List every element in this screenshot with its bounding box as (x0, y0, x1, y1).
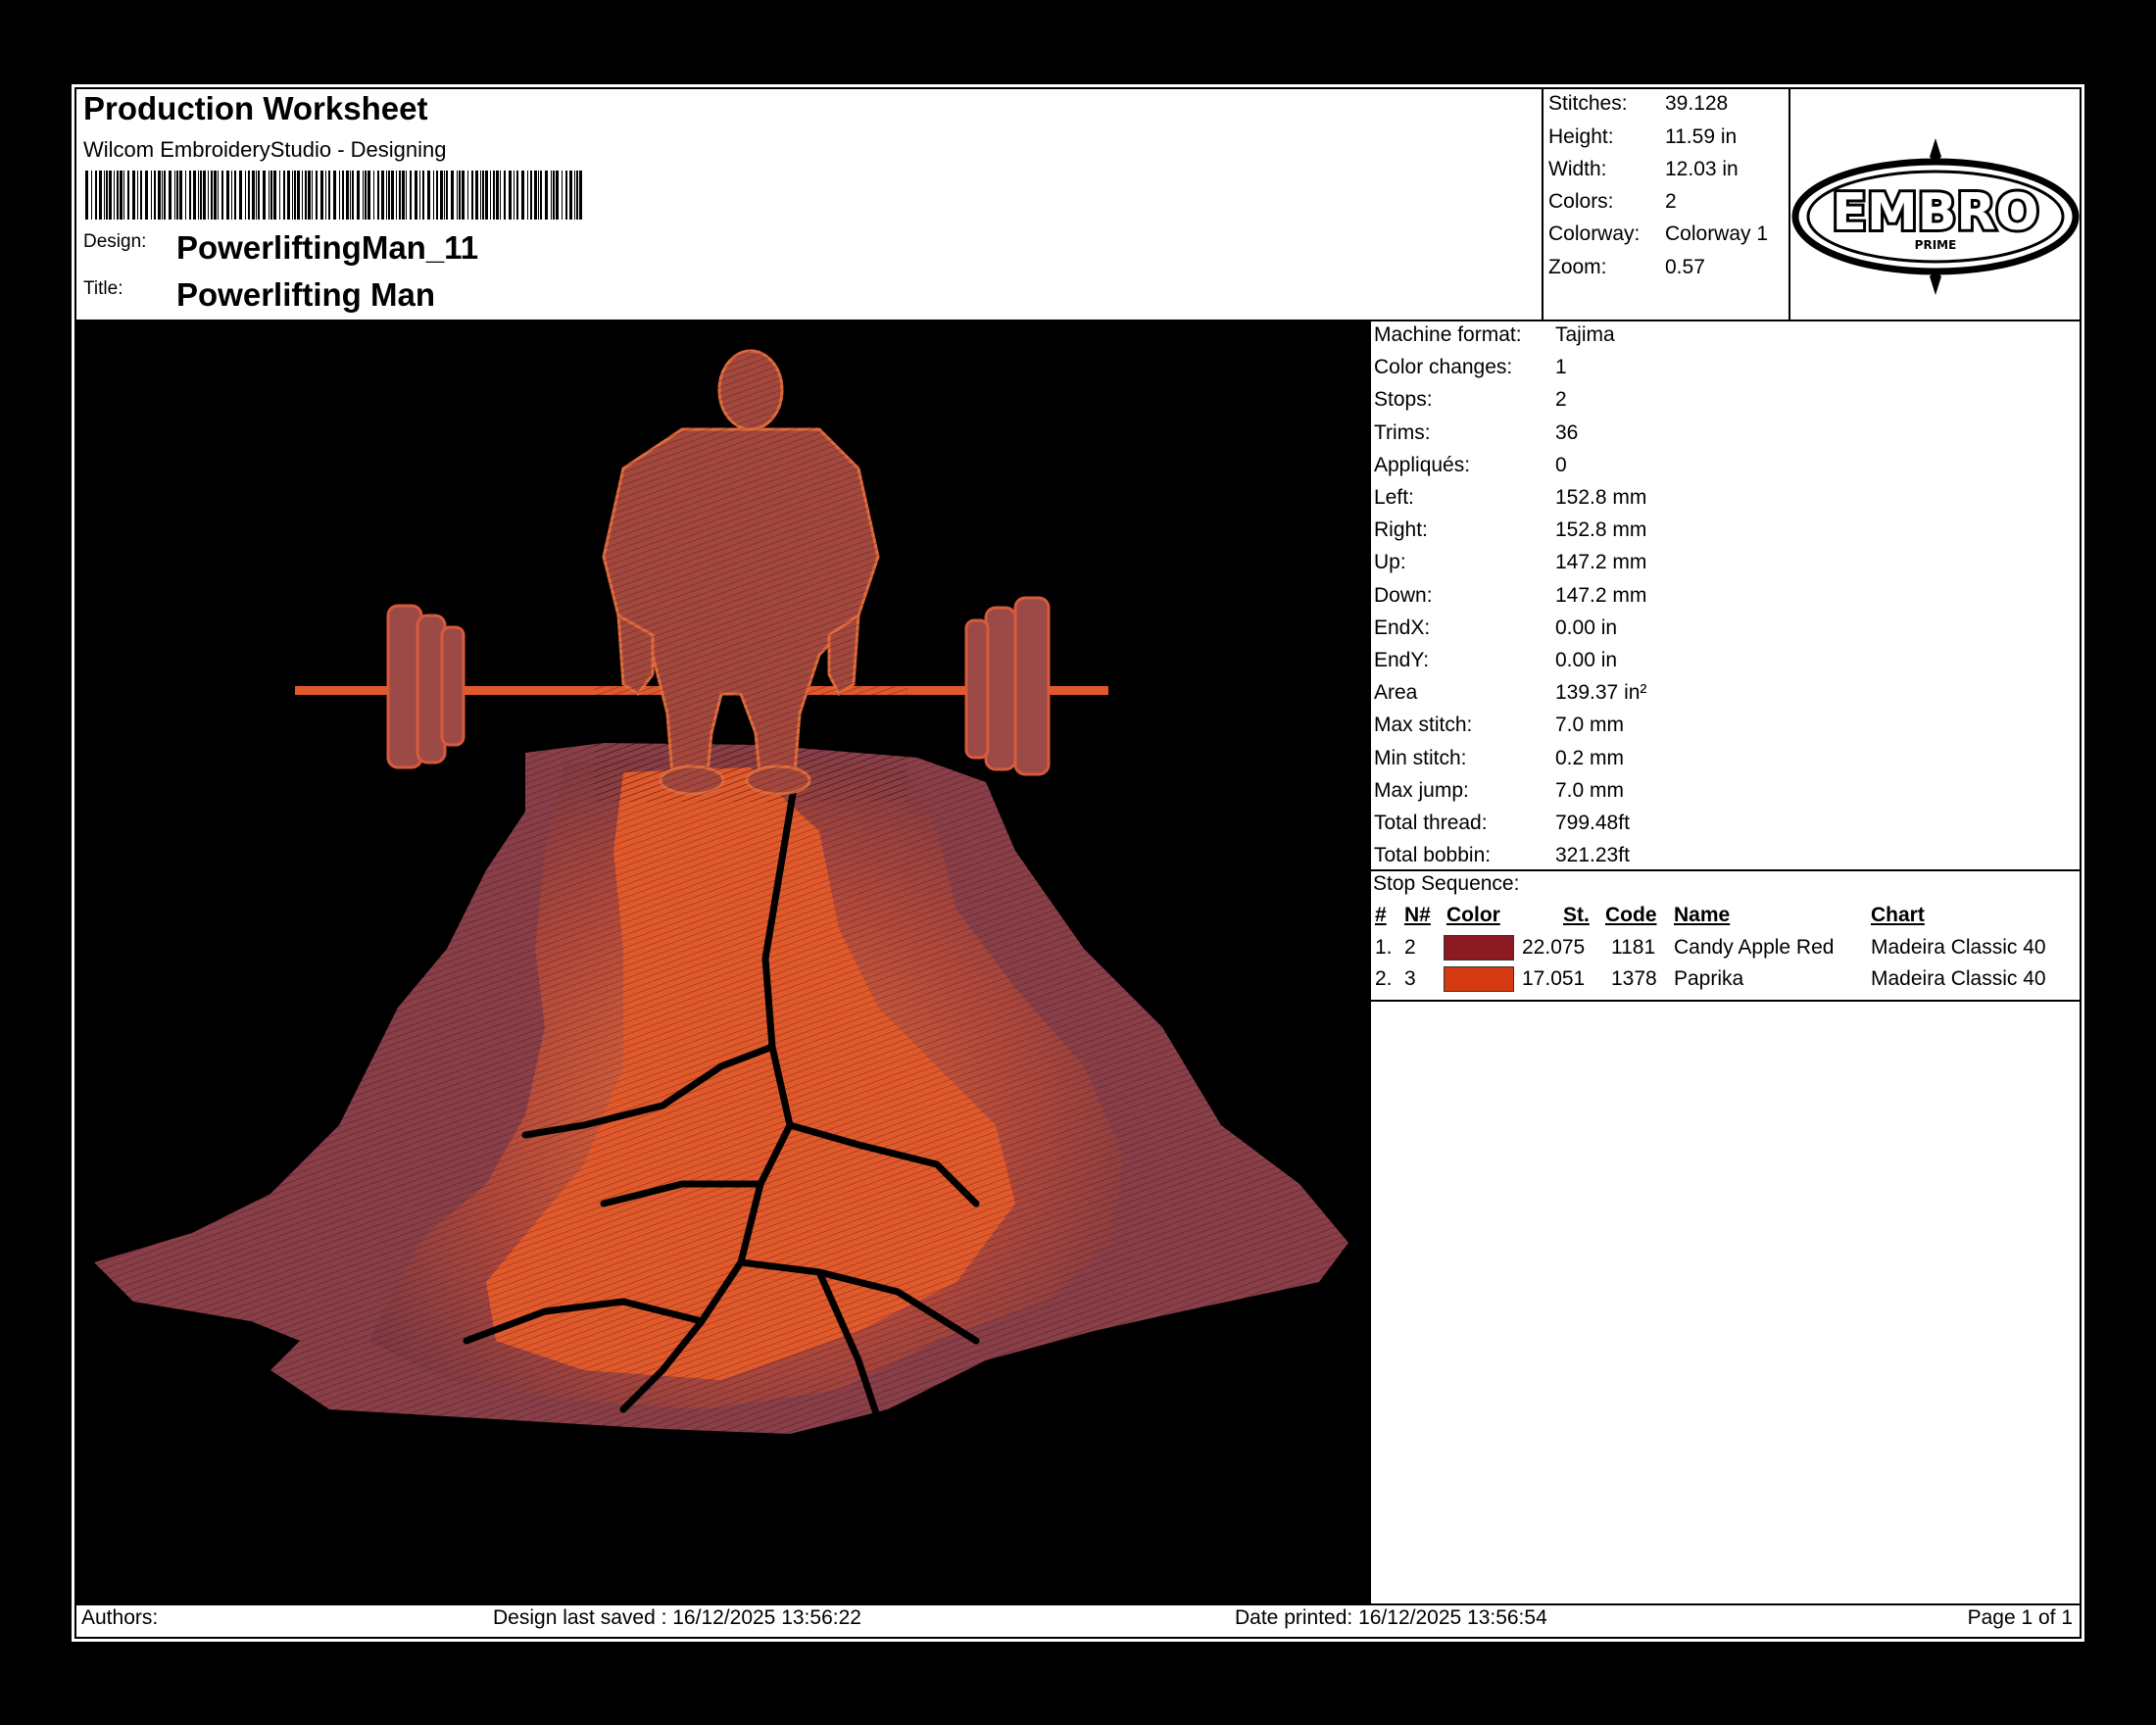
stop-needle: 2 (1404, 936, 1416, 959)
property-value: 139.37 in² (1555, 681, 1647, 704)
property-label: Color changes: (1374, 356, 1513, 378)
logo-subtext: PRIME (1915, 238, 1957, 252)
property-label: EndY: (1374, 649, 1430, 671)
property-value: 2 (1555, 388, 1567, 411)
col-header-num: # (1375, 904, 1387, 926)
property-value: 0.2 mm (1555, 747, 1625, 769)
stitches-value: 39.128 (1665, 92, 1729, 115)
design-title: Powerlifting Man (176, 276, 435, 313)
thread-color-swatch (1444, 935, 1514, 961)
sequence-divider (1371, 1000, 2082, 1002)
property-value: Tajima (1555, 323, 1615, 346)
property-label: Area (1374, 681, 1418, 704)
stop-needle: 3 (1404, 967, 1416, 990)
stitches-label: Stitches: (1548, 92, 1628, 115)
property-label: Up: (1374, 551, 1406, 573)
stop-color-name: Paprika (1674, 967, 1744, 990)
property-label: Total bobbin: (1374, 844, 1492, 866)
design-preview (74, 321, 1370, 1604)
property-label: Max stitch: (1374, 714, 1473, 736)
stop-sequence-title: Stop Sequence: (1373, 872, 1520, 895)
property-label: Max jump: (1374, 779, 1469, 802)
title-label: Title: (83, 278, 123, 299)
colors-label: Colors: (1548, 190, 1614, 213)
property-value: 152.8 mm (1555, 518, 1647, 541)
thread-color-swatch (1444, 966, 1514, 992)
property-value: 0 (1555, 454, 1567, 476)
property-label: Down: (1374, 584, 1433, 607)
width-value: 12.03 in (1665, 158, 1739, 180)
property-label: Total thread: (1374, 812, 1488, 834)
property-label: Stops: (1374, 388, 1433, 411)
property-value: 1 (1555, 356, 1567, 378)
property-label: Appliqués: (1374, 454, 1471, 476)
worksheet-title: Production Worksheet (83, 90, 428, 126)
stop-num: 1. (1375, 936, 1393, 959)
property-label: EndX: (1374, 616, 1431, 639)
colors-value: 2 (1665, 190, 1677, 213)
production-worksheet: Production Worksheet Wilcom EmbroiderySt… (72, 84, 2084, 1642)
col-header-color: Color (1446, 904, 1500, 926)
property-value: 321.23ft (1555, 844, 1630, 866)
property-value: 152.8 mm (1555, 486, 1647, 509)
zoom-label: Zoom: (1548, 256, 1607, 278)
property-label: Left: (1374, 486, 1414, 509)
colorway-value: Colorway 1 (1665, 222, 1769, 245)
col-header-code: Code (1605, 904, 1657, 926)
stop-stitches: 22.075 (1522, 936, 1586, 959)
footer-date-printed: Date printed: 16/12/2025 13:56:54 (1235, 1606, 1547, 1629)
stop-code: 1378 (1611, 967, 1657, 990)
embro-prime-logo: EMBRO PRIME (1791, 138, 2080, 295)
zoom-value: 0.57 (1665, 256, 1705, 278)
height-value: 11.59 in (1665, 125, 1738, 148)
design-label: Design: (83, 231, 147, 252)
colorway-label: Colorway: (1548, 222, 1641, 245)
property-label: Right: (1374, 518, 1428, 541)
property-value: 147.2 mm (1555, 584, 1647, 607)
barcode (85, 171, 582, 220)
property-value: 7.0 mm (1555, 779, 1625, 802)
stop-chart: Madeira Classic 40 (1871, 936, 2046, 959)
col-header-name: Name (1674, 904, 1731, 926)
logo-text: EMBRO (1832, 183, 2038, 242)
property-value: 799.48ft (1555, 812, 1630, 834)
col-header-chart: Chart (1871, 904, 1925, 926)
stop-num: 2. (1375, 967, 1393, 990)
property-value: 36 (1555, 421, 1579, 444)
footer-authors: Authors: (81, 1606, 159, 1629)
property-value: 0.00 in (1555, 649, 1618, 671)
property-label: Min stitch: (1374, 747, 1467, 769)
property-label: Machine format: (1374, 323, 1522, 346)
property-value: 0.00 in (1555, 616, 1618, 639)
powerlifter-embroidery-image (74, 349, 1370, 1449)
col-header-stitches: St. (1563, 904, 1590, 926)
stop-color-name: Candy Apple Red (1674, 936, 1835, 959)
property-value: 7.0 mm (1555, 714, 1625, 736)
height-label: Height: (1548, 125, 1614, 148)
stop-chart: Madeira Classic 40 (1871, 967, 2046, 990)
summary-divider-left (1542, 87, 1544, 321)
footer-last-saved: Design last saved : 16/12/2025 13:56:22 (493, 1606, 861, 1629)
props-divider (1371, 869, 2082, 871)
col-header-needle: N# (1404, 904, 1431, 926)
svg-text:EMBRO: EMBRO (1832, 183, 2038, 242)
property-label: Trims: (1374, 421, 1431, 444)
stop-stitches: 17.051 (1522, 967, 1586, 990)
property-value: 147.2 mm (1555, 551, 1647, 573)
design-name: PowerliftingMan_11 (176, 229, 479, 266)
svg-text:PRIME: PRIME (1915, 238, 1957, 252)
application-name: Wilcom EmbroideryStudio - Designing (83, 137, 447, 162)
stop-code: 1181 (1611, 936, 1656, 959)
width-label: Width: (1548, 158, 1607, 180)
footer-page-number: Page 1 of 1 (1967, 1606, 2073, 1629)
